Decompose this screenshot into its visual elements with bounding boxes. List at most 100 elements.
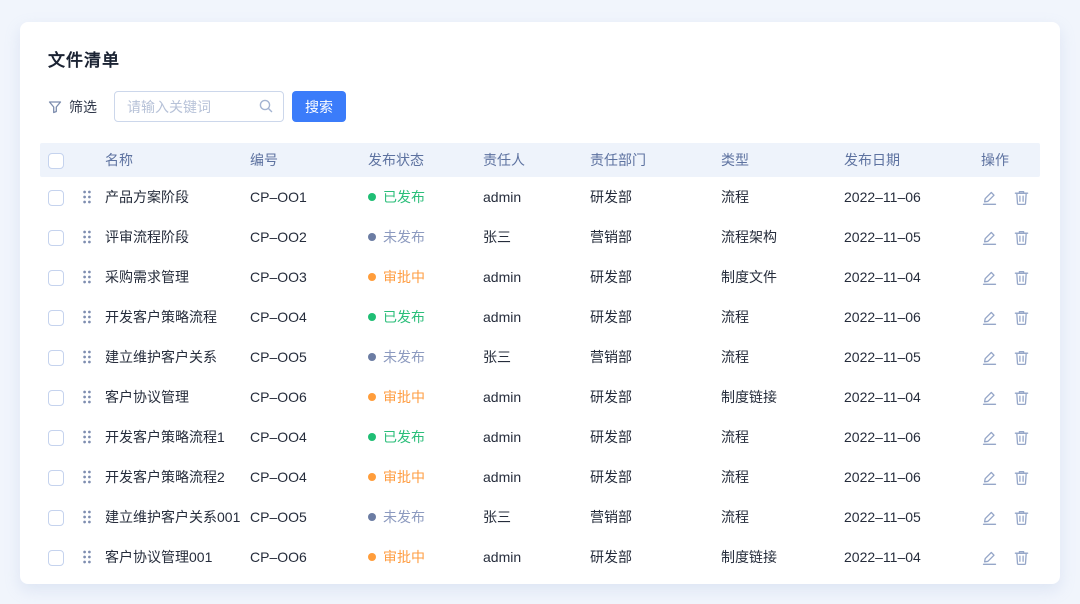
status-label: 已发布 <box>383 427 425 447</box>
cell-department: 研发部 <box>590 387 721 407</box>
drag-handle-icon[interactable] <box>82 430 92 444</box>
delete-icon[interactable] <box>1013 349 1030 366</box>
status-label: 未发布 <box>383 507 425 527</box>
cell-code: CP–OO3 <box>250 269 368 285</box>
delete-icon[interactable] <box>1013 229 1030 246</box>
cell-type: 流程 <box>721 347 844 367</box>
delete-icon[interactable] <box>1013 429 1030 446</box>
row-actions <box>981 429 1040 446</box>
status-cell: 未发布 <box>368 507 483 527</box>
row-checkbox[interactable] <box>48 190 64 206</box>
status-dot <box>368 273 376 281</box>
row-checkbox[interactable] <box>48 230 64 246</box>
cell-name: 开发客户策略流程 <box>105 307 250 327</box>
status-dot <box>368 473 376 481</box>
edit-icon[interactable] <box>981 509 998 526</box>
edit-icon[interactable] <box>981 229 998 246</box>
status-label: 审批中 <box>383 467 425 487</box>
status-label: 审批中 <box>383 387 425 407</box>
cell-code: CP–OO4 <box>250 309 368 325</box>
drag-handle-icon[interactable] <box>82 550 92 564</box>
status-cell: 审批中 <box>368 547 483 567</box>
table-row: 产品方案阶段 CP–OO1 已发布 admin 研发部 流程 2022–11–0… <box>40 177 1040 217</box>
cell-code: CP–OO6 <box>250 549 368 565</box>
row-checkbox[interactable] <box>48 310 64 326</box>
cell-owner: admin <box>483 549 590 565</box>
status-label: 已发布 <box>383 187 425 207</box>
col-header-owner: 责任人 <box>483 150 590 170</box>
filter-icon <box>48 100 62 114</box>
col-header-name: 名称 <box>105 150 250 170</box>
row-checkbox[interactable] <box>48 550 64 566</box>
cell-type: 制度文件 <box>721 267 844 287</box>
cell-department: 研发部 <box>590 547 721 567</box>
filter-button[interactable]: 筛选 <box>48 97 97 117</box>
delete-icon[interactable] <box>1013 269 1030 286</box>
cell-department: 研发部 <box>590 427 721 447</box>
status-cell: 审批中 <box>368 387 483 407</box>
drag-handle-icon[interactable] <box>82 190 92 204</box>
cell-name: 客户协议管理001 <box>105 547 250 567</box>
cell-code: CP–OO5 <box>250 509 368 525</box>
delete-icon[interactable] <box>1013 509 1030 526</box>
cell-department: 营销部 <box>590 507 721 527</box>
cell-owner: 张三 <box>483 347 590 367</box>
cell-code: CP–OO1 <box>250 189 368 205</box>
cell-owner: admin <box>483 309 590 325</box>
cell-department: 研发部 <box>590 307 721 327</box>
row-checkbox[interactable] <box>48 270 64 286</box>
table-row: 开发客户策略流程 CP–OO4 已发布 admin 研发部 流程 2022–11… <box>40 297 1040 337</box>
edit-icon[interactable] <box>981 189 998 206</box>
edit-icon[interactable] <box>981 549 998 566</box>
col-header-code: 编号 <box>250 150 368 170</box>
row-actions <box>981 389 1040 406</box>
select-all-checkbox[interactable] <box>48 153 64 169</box>
drag-handle-icon[interactable] <box>82 470 92 484</box>
delete-icon[interactable] <box>1013 389 1030 406</box>
edit-icon[interactable] <box>981 469 998 486</box>
filter-label: 筛选 <box>69 97 97 117</box>
drag-handle-icon[interactable] <box>82 270 92 284</box>
drag-handle-icon[interactable] <box>82 510 92 524</box>
edit-icon[interactable] <box>981 429 998 446</box>
edit-icon[interactable] <box>981 349 998 366</box>
delete-icon[interactable] <box>1013 549 1030 566</box>
cell-name: 开发客户策略流程1 <box>105 427 250 447</box>
row-checkbox[interactable] <box>48 430 64 446</box>
edit-icon[interactable] <box>981 309 998 326</box>
drag-handle-icon[interactable] <box>82 390 92 404</box>
status-cell: 未发布 <box>368 227 483 247</box>
cell-owner: 张三 <box>483 507 590 527</box>
cell-name: 采购需求管理 <box>105 267 250 287</box>
status-dot <box>368 313 376 321</box>
status-dot <box>368 353 376 361</box>
search-button[interactable]: 搜索 <box>292 91 346 122</box>
table-row: 客户协议管理 CP–OO6 审批中 admin 研发部 制度链接 2022–11… <box>40 377 1040 417</box>
cell-code: CP–OO4 <box>250 469 368 485</box>
cell-date: 2022–11–05 <box>844 229 981 245</box>
edit-icon[interactable] <box>981 389 998 406</box>
row-actions <box>981 349 1040 366</box>
row-checkbox[interactable] <box>48 350 64 366</box>
cell-owner: admin <box>483 389 590 405</box>
cell-date: 2022–11–06 <box>844 469 981 485</box>
table-row: 采购需求管理 CP–OO3 审批中 admin 研发部 制度文件 2022–11… <box>40 257 1040 297</box>
cell-date: 2022–11–06 <box>844 309 981 325</box>
row-actions <box>981 509 1040 526</box>
delete-icon[interactable] <box>1013 309 1030 326</box>
edit-icon[interactable] <box>981 269 998 286</box>
row-checkbox[interactable] <box>48 510 64 526</box>
status-dot <box>368 233 376 241</box>
drag-handle-icon[interactable] <box>82 350 92 364</box>
cell-name: 建立维护客户关系 <box>105 347 250 367</box>
delete-icon[interactable] <box>1013 469 1030 486</box>
row-checkbox[interactable] <box>48 390 64 406</box>
drag-handle-icon[interactable] <box>82 310 92 324</box>
row-checkbox[interactable] <box>48 470 64 486</box>
delete-icon[interactable] <box>1013 189 1030 206</box>
cell-date: 2022–11–04 <box>844 269 981 285</box>
drag-handle-icon[interactable] <box>82 230 92 244</box>
col-header-type: 类型 <box>721 150 844 170</box>
cell-type: 流程架构 <box>721 227 844 247</box>
search-input[interactable] <box>114 91 284 122</box>
